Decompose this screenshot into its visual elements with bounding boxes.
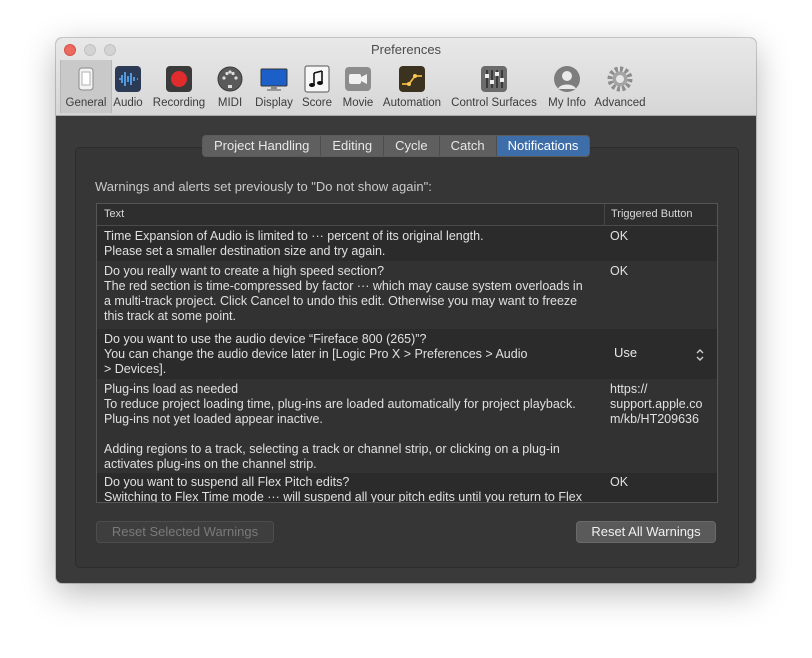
toolbar-item-advanced[interactable]: Advanced xyxy=(593,60,647,113)
row-text-line: Plug-ins load as needed xyxy=(104,382,239,396)
row-triggered-button: https:// support.apple.co m/kb/HT209636 xyxy=(610,382,713,427)
toolbar-label-advanced: Advanced xyxy=(594,97,646,109)
movie-icon xyxy=(345,67,371,91)
toolbar-item-audio[interactable]: Audio xyxy=(111,60,145,113)
column-header-text[interactable]: Text xyxy=(104,208,124,220)
toolbar-label-score: Score xyxy=(301,97,333,109)
toolbar-item-control-surfaces[interactable]: Control Surfaces xyxy=(448,60,540,113)
toolbar-item-general[interactable]: General xyxy=(60,60,112,113)
popup-value: Use xyxy=(614,345,638,360)
row-text: Do you want to suspend all Flex Pitch ed… xyxy=(104,475,600,503)
control-surfaces-icon xyxy=(481,66,507,92)
warnings-table[interactable]: Text Triggered Button Time Expansion of … xyxy=(96,203,718,503)
toolbar-label-recording: Recording xyxy=(152,97,206,109)
tab-catch[interactable]: Catch xyxy=(440,136,497,156)
row-text: Do you want to use the audio device “Fir… xyxy=(104,332,600,377)
toolbar-item-automation[interactable]: Automation xyxy=(380,60,444,113)
row-text-line: The red section is time-compressed by fa… xyxy=(104,279,583,293)
toolbar-label-movie: Movie xyxy=(342,97,374,109)
toolbar-item-my-info[interactable]: My Info xyxy=(545,60,589,113)
automation-icon xyxy=(399,66,425,92)
triggered-link-line: m/kb/HT209636 xyxy=(610,412,699,426)
toolbar-item-score[interactable]: Score xyxy=(300,60,334,113)
row-text-line: Do you want to suspend all Flex Pitch ed… xyxy=(104,475,350,489)
row-text-line-blank xyxy=(104,427,600,442)
row-text-line: To reduce project loading time, plug-ins… xyxy=(104,397,576,411)
toolbar-label-general: General xyxy=(65,97,107,109)
warnings-intro-text: Warnings and alerts set previously to "D… xyxy=(95,179,432,194)
table-row[interactable]: Do you want to suspend all Flex Pitch ed… xyxy=(97,473,717,503)
triggered-link-line: support.apple.co xyxy=(610,397,703,411)
row-text: Time Expansion of Audio is limited to ··… xyxy=(104,229,600,259)
table-row[interactable]: Time Expansion of Audio is limited to ··… xyxy=(97,226,717,261)
score-icon xyxy=(304,65,330,93)
triggered-link-line: https:// xyxy=(610,382,648,396)
row-text-line: a multi-track project. Click Cancel to u… xyxy=(104,294,578,308)
toolbar-item-recording[interactable]: Recording xyxy=(150,60,208,113)
triggered-button-popup[interactable]: Use xyxy=(614,345,706,365)
tab-notifications[interactable]: Notifications xyxy=(496,136,590,156)
toolbar-item-movie[interactable]: Movie xyxy=(340,60,376,113)
row-triggered-button: OK xyxy=(610,229,629,243)
row-text-line: You can change the audio device later in… xyxy=(104,347,528,361)
advanced-icon xyxy=(607,66,633,92)
row-text-line: Time Expansion of Audio is limited to ··… xyxy=(104,229,484,243)
up-down-chevron-icon xyxy=(696,349,704,361)
audio-icon xyxy=(115,66,141,92)
tab-bar: Project Handling Editing Cycle Catch Not… xyxy=(202,135,591,157)
display-icon xyxy=(260,68,288,91)
row-text-line: Adding regions to a track, selecting a t… xyxy=(104,442,560,456)
preferences-window: Preferences General Audio Recording MIDI… xyxy=(56,38,756,583)
toolbar-label-automation: Automation xyxy=(382,97,442,109)
tab-cycle[interactable]: Cycle xyxy=(384,136,440,156)
row-triggered-button: OK xyxy=(610,264,629,278)
table-row[interactable]: Do you really want to create a high spee… xyxy=(97,261,717,329)
row-text: Do you really want to create a high spee… xyxy=(104,264,600,324)
toolbar-label-my-info: My Info xyxy=(548,97,586,109)
toolbar-label-audio: Audio xyxy=(113,97,143,109)
tab-project-handling[interactable]: Project Handling xyxy=(203,136,322,156)
row-text-line: activates plug-ins on the channel strip. xyxy=(104,457,317,471)
row-text-line: Plug-ins not yet loaded appear inactive. xyxy=(104,412,323,426)
row-text-line: Do you really want to create a high spee… xyxy=(104,264,385,278)
recording-icon xyxy=(166,66,192,92)
toolbar-label-control-surfaces: Control Surfaces xyxy=(451,97,537,109)
row-triggered-button: OK xyxy=(610,475,629,489)
toolbar-label-midi: MIDI xyxy=(217,97,243,109)
toolbar-item-display[interactable]: Display xyxy=(253,60,295,113)
my-info-icon xyxy=(554,66,580,92)
toolbar-item-midi[interactable]: MIDI xyxy=(213,60,247,113)
reset-all-warnings-button[interactable]: Reset All Warnings xyxy=(576,521,716,543)
row-text-line: > Devices]. xyxy=(104,362,167,376)
midi-icon xyxy=(217,66,243,92)
row-text-line: Do you want to use the audio device “Fir… xyxy=(104,332,427,346)
column-header-triggered-button[interactable]: Triggered Button xyxy=(611,208,693,220)
window-title: Preferences xyxy=(370,42,442,57)
row-text-line: this track at some point. xyxy=(104,309,237,323)
toolbar-label-display: Display xyxy=(255,97,293,109)
table-header: Text Triggered Button xyxy=(97,204,717,226)
row-text-line: Please set a smaller destination size an… xyxy=(104,244,386,258)
table-row[interactable]: Do you want to use the audio device “Fir… xyxy=(97,329,717,379)
row-text-line: Switching to Flex Time mode ··· will sus… xyxy=(104,490,582,503)
tab-editing[interactable]: Editing xyxy=(321,136,385,156)
reset-selected-warnings-button[interactable]: Reset Selected Warnings xyxy=(96,521,274,543)
title-bar: Preferences General Audio Recording MIDI… xyxy=(56,38,756,116)
table-row[interactable]: Plug-ins load as needed To reduce projec… xyxy=(97,379,717,473)
row-text: Plug-ins load as needed To reduce projec… xyxy=(104,382,600,472)
general-icon xyxy=(78,67,94,91)
